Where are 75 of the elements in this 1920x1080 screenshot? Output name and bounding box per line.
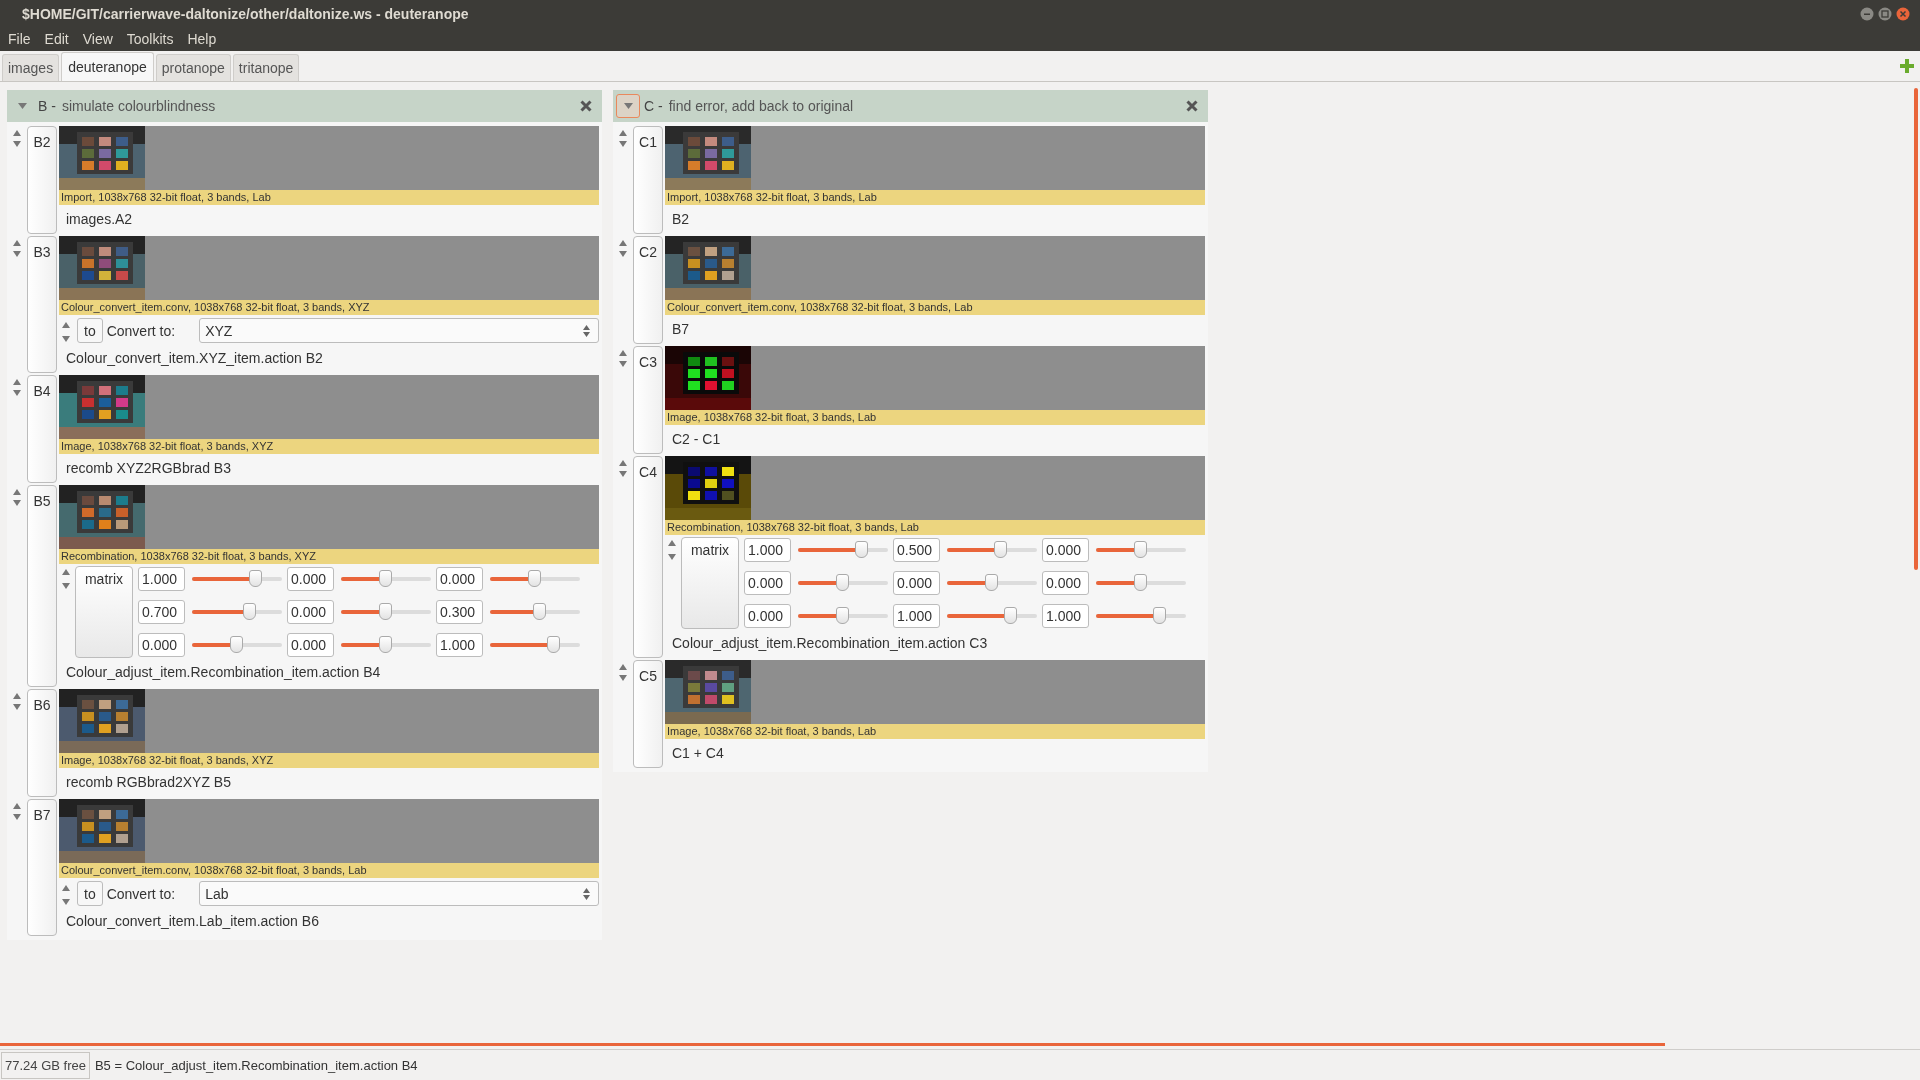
number-field[interactable]: 1.000	[138, 567, 185, 591]
image-caption: Image, 1038x768 32-bit float, 3 bands, Lab	[665, 410, 1205, 425]
number-field[interactable]: 0.000	[287, 567, 334, 591]
status-message: B5 = Colour_adjust_item.Recombination_item.action B4	[94, 1057, 418, 1073]
column-title: simulate colourblindness	[61, 98, 216, 114]
number-field[interactable]: 0.000	[1042, 571, 1089, 595]
column-title: find error, add back to original	[668, 98, 854, 114]
row-id-button[interactable]: B5	[27, 485, 57, 687]
row-id-button[interactable]: C5	[633, 660, 663, 768]
row-id-button[interactable]: B7	[27, 799, 57, 936]
image-caption: Image, 1038x768 32-bit float, 3 bands, Lab	[665, 724, 1205, 739]
menu-item[interactable]: View	[76, 31, 121, 47]
row-label: Colour_convert_item.Lab_item.action B6	[65, 912, 320, 931]
row-label: B7	[671, 320, 691, 339]
field-label: Convert to:	[106, 322, 176, 339]
row-id-button[interactable]: C1	[633, 126, 663, 234]
row-label: recomb RGBbrad2XYZ B5	[65, 773, 232, 792]
row-id-button[interactable]: C2	[633, 236, 663, 344]
image-caption: Image, 1038x768 32-bit float, 3 bands, XYZ	[59, 439, 599, 454]
to-button[interactable]: to	[77, 318, 103, 343]
column-letter: B -	[38, 98, 56, 114]
dropdown[interactable]: XYZ	[199, 318, 599, 343]
window-title: $HOME/GIT/carrierwave-daltonize/other/daltonize.ws - deuteranope	[22, 5, 470, 22]
row-label: C2 - C1	[671, 430, 722, 449]
row-label: Colour_convert_item.XYZ_item.action B2	[65, 349, 324, 368]
image-caption: Colour_convert_item.conv, 1038x768 32-bit float, 3 bands, Lab	[665, 300, 1205, 315]
image-caption: Colour_convert_item.conv, 1038x768 32-bit float, 3 bands, Lab	[59, 863, 599, 878]
tab[interactable]: images	[2, 54, 60, 81]
menu-item[interactable]: File	[2, 31, 39, 47]
row-id-button[interactable]: B4	[27, 375, 57, 483]
column-letter: C -	[644, 98, 663, 114]
number-field[interactable]: 1.000	[436, 633, 483, 657]
number-field[interactable]: 1.000	[744, 538, 791, 562]
field-label: Convert to:	[106, 885, 176, 902]
image-caption: Recombination, 1038x768 32-bit float, 3 bands, XYZ	[59, 549, 599, 564]
row-label: images.A2	[65, 210, 134, 229]
number-field[interactable]: 1.000	[1042, 604, 1089, 628]
number-field[interactable]: 0.300	[436, 600, 483, 624]
number-field[interactable]: 0.000	[287, 633, 334, 657]
menu-item[interactable]: Toolkits	[120, 31, 182, 47]
row-label: recomb XYZ2RGBbrad B3	[65, 459, 232, 478]
menu-item[interactable]: Help	[181, 31, 225, 47]
image-caption: Colour_convert_item.conv, 1038x768 32-bit float, 3 bands, XYZ	[59, 300, 599, 315]
matrix-button[interactable]: matrix	[75, 566, 133, 658]
number-field[interactable]: 1.000	[893, 604, 940, 628]
row-label: B2	[671, 210, 691, 229]
tab[interactable]: tritanope	[232, 54, 300, 81]
number-field[interactable]: 0.000	[436, 567, 483, 591]
tab[interactable]: protanope	[155, 54, 231, 81]
tab[interactable]: deuteranope	[61, 52, 154, 81]
number-field[interactable]: 0.000	[138, 633, 185, 657]
image-caption: Import, 1038x768 32-bit float, 3 bands, Lab	[59, 190, 599, 205]
free-space-label: 77.24 GB free	[1, 1051, 90, 1079]
matrix-button[interactable]: matrix	[681, 537, 739, 629]
row-id-button[interactable]: C3	[633, 346, 663, 454]
image-caption: Image, 1038x768 32-bit float, 3 bands, XYZ	[59, 753, 599, 768]
row-id-button[interactable]: B2	[27, 126, 57, 234]
number-field[interactable]: 0.000	[744, 571, 791, 595]
image-caption: Recombination, 1038x768 32-bit float, 3 bands, Lab	[665, 520, 1205, 535]
row-id-button[interactable]: B6	[27, 689, 57, 797]
dropdown[interactable]: Lab	[199, 881, 599, 906]
row-id-button[interactable]: C4	[633, 456, 663, 658]
row-id-button[interactable]: B3	[27, 236, 57, 373]
row-label: Colour_adjust_item.Recombination_item.action B4	[65, 663, 382, 682]
number-field[interactable]: 0.700	[138, 600, 185, 624]
menu-item[interactable]: Edit	[38, 31, 77, 47]
row-label: Colour_adjust_item.Recombination_item.action C3	[671, 634, 989, 653]
number-field[interactable]: 0.000	[1042, 538, 1089, 562]
number-field[interactable]: 0.000	[287, 600, 334, 624]
row-label: C1 + C4	[671, 744, 725, 763]
number-field[interactable]: 0.500	[893, 538, 940, 562]
image-caption: Import, 1038x768 32-bit float, 3 bands, Lab	[665, 190, 1205, 205]
to-button[interactable]: to	[77, 881, 103, 906]
number-field[interactable]: 0.000	[744, 604, 791, 628]
number-field[interactable]: 0.000	[893, 571, 940, 595]
